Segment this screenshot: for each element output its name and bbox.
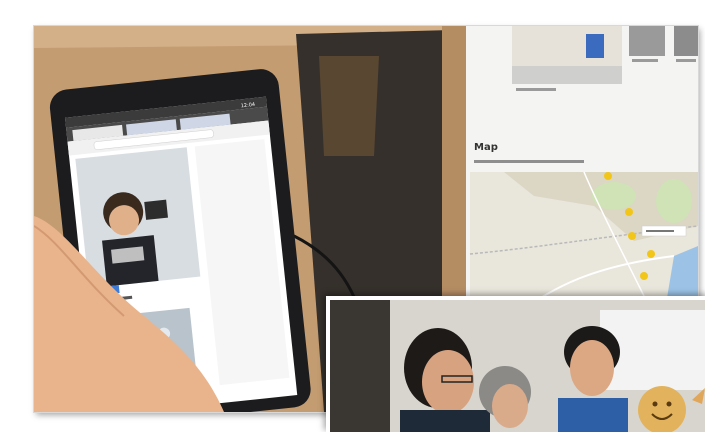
map-marker [604,172,612,180]
person-3-shirt [558,398,628,432]
map-marker [625,208,633,216]
tablet-photo-camera [144,199,168,220]
monitor-thumb-2 [629,26,665,56]
monitor-thumb-3 [674,26,698,56]
map-marker [647,250,655,258]
map-heading: Map [474,142,498,153]
photo-collage: Map 12:04 [0,0,705,432]
smiley-sign [638,386,686,432]
person-3-face [570,340,614,396]
map-subtext-line [474,160,584,163]
map-marker [628,232,636,240]
inset-dark-panel [330,300,390,432]
wall-reflection [319,56,379,156]
inset-photo-scene [330,300,705,432]
map-marker [640,272,648,280]
inset-photo [326,296,705,432]
